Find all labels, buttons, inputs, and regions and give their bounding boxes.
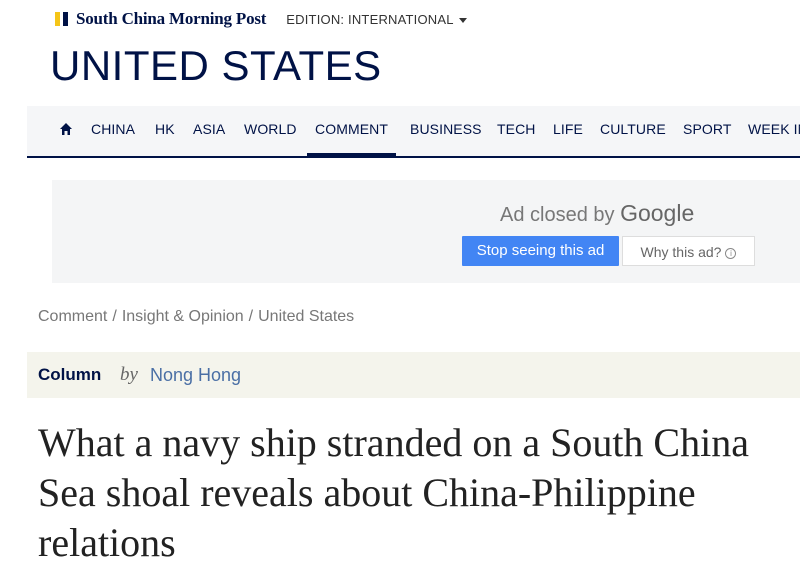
column-label[interactable]: Column: [38, 365, 101, 385]
nav-item-life[interactable]: LIFE: [553, 121, 583, 137]
why-this-ad-label: Why this ad?: [640, 244, 722, 260]
nav-item-tech[interactable]: TECH: [497, 121, 536, 137]
google-wordmark: Google: [620, 200, 695, 226]
nav-item-week-in[interactable]: WEEK IN: [748, 121, 800, 137]
nav-item-business[interactable]: BUSINESS: [410, 121, 482, 137]
breadcrumb-united-states[interactable]: United States: [258, 308, 354, 325]
info-icon: i: [725, 247, 737, 259]
masthead: South China Morning Post EDITION: INTERN…: [55, 8, 467, 30]
author-link[interactable]: Nong Hong: [150, 365, 241, 386]
nav-item-sport[interactable]: SPORT: [683, 121, 731, 137]
ad-slot: Ad closed by Google Stop seeing this ad …: [52, 180, 800, 283]
nav-item-hk[interactable]: HK: [155, 121, 175, 137]
main-nav: CHINA HK ASIA WORLD COMMENT BUSINESS TEC…: [27, 106, 800, 158]
edition-selector[interactable]: EDITION: INTERNATIONAL: [286, 11, 467, 27]
edition-label: EDITION: INTERNATIONAL: [286, 11, 454, 27]
byline-by: by: [120, 364, 138, 385]
ad-closed-text: Ad closed by: [500, 204, 615, 226]
nav-item-china[interactable]: CHINA: [91, 121, 135, 137]
nav-item-culture[interactable]: CULTURE: [600, 121, 666, 137]
breadcrumb-comment[interactable]: Comment: [38, 308, 107, 325]
nav-item-comment[interactable]: COMMENT: [306, 121, 397, 156]
breadcrumb: Comment / Insight & Opinion / United States: [38, 308, 354, 326]
home-icon[interactable]: [59, 122, 73, 136]
column-byline-bar: Column by Nong Hong: [27, 352, 800, 398]
breadcrumb-separator: /: [248, 308, 254, 325]
breadcrumb-separator: /: [112, 308, 117, 325]
article-headline: What a navy ship stranded on a South Chi…: [38, 420, 749, 565]
why-this-ad-button[interactable]: Why this ad? i: [622, 236, 755, 266]
site-logo-text[interactable]: South China Morning Post: [76, 9, 266, 29]
stop-seeing-ad-button[interactable]: Stop seeing this ad: [462, 236, 619, 266]
section-title: UNITED STATES: [50, 42, 382, 89]
nav-item-world[interactable]: WORLD: [244, 121, 297, 137]
scmp-logo-icon[interactable]: [55, 12, 68, 26]
caret-down-icon: [458, 17, 467, 23]
breadcrumb-insight-opinion[interactable]: Insight & Opinion: [122, 308, 244, 325]
ad-closed-message: Ad closed by Google: [500, 200, 694, 227]
nav-item-asia[interactable]: ASIA: [193, 121, 225, 137]
